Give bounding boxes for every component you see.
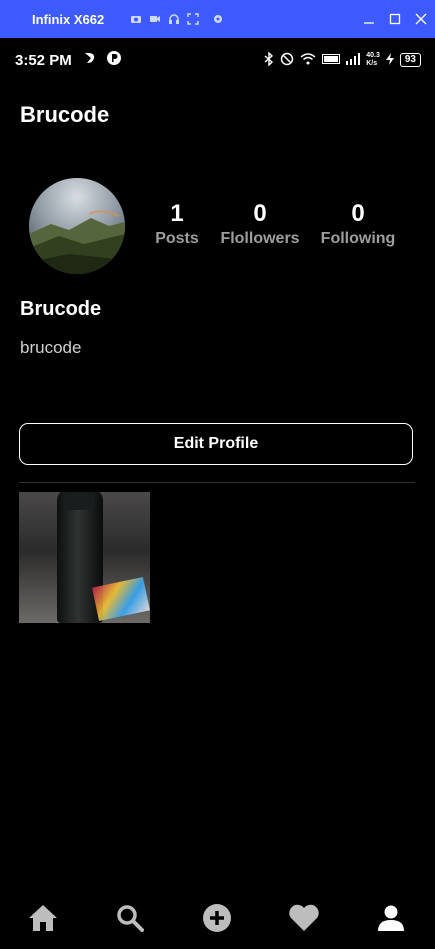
settings-gear-icon[interactable] [212, 13, 224, 25]
emulator-toolbar [130, 13, 224, 25]
bluetooth-icon [264, 51, 274, 68]
stat-posts[interactable]: 1 Posts [152, 200, 202, 248]
post-thumbnail[interactable] [19, 492, 150, 623]
notification-circle-icon [106, 50, 122, 71]
add-icon [203, 904, 231, 932]
bottom-navigation [0, 890, 435, 946]
nav-profile[interactable] [375, 890, 407, 946]
wifi-calling-icon [322, 54, 341, 66]
avatar[interactable] [29, 178, 125, 274]
video-icon[interactable] [149, 13, 161, 25]
stat-followers[interactable]: 0 Flollowers [216, 200, 304, 248]
stat-following-value: 0 [351, 200, 365, 227]
wifi-icon [300, 53, 316, 67]
status-icons: 40.3 K/s 93 [264, 38, 421, 82]
nav-activity[interactable] [288, 890, 320, 946]
nav-add[interactable] [201, 890, 233, 946]
profile-icon [378, 905, 404, 931]
signal-icon [346, 53, 361, 67]
heart-icon [289, 904, 319, 931]
divider [19, 482, 415, 483]
stat-followers-value: 0 [253, 200, 267, 227]
profile-display-name: Brucode [20, 298, 102, 320]
stat-posts-label: Posts [155, 230, 199, 247]
edit-profile-button[interactable]: Edit Profile [19, 423, 413, 465]
camera-icon[interactable] [130, 13, 142, 25]
window-controls [363, 0, 427, 38]
maximize-icon[interactable] [389, 13, 401, 25]
headphones-icon[interactable] [168, 13, 180, 25]
battery-indicator: 93 [399, 53, 421, 67]
page-title: Brucode [20, 102, 110, 127]
do-not-disturb-icon [280, 52, 294, 68]
status-time: 3:52 PM [15, 51, 72, 69]
stat-following[interactable]: 0 Following [316, 200, 400, 248]
profile-username: brucode [20, 338, 82, 357]
status-bar: 3:52 PM 40.3 K/s 93 [0, 38, 435, 82]
notification-app-icon [82, 50, 98, 71]
nav-search[interactable] [114, 890, 146, 946]
nav-home[interactable] [27, 890, 59, 946]
stat-posts-value: 1 [170, 200, 184, 227]
stat-followers-label: Flollowers [220, 230, 300, 247]
emulator-titlebar: Infinix X662 [0, 0, 435, 38]
window-title: Infinix X662 [32, 11, 105, 27]
stat-following-label: Following [320, 230, 396, 247]
search-icon [117, 905, 144, 932]
minimize-icon[interactable] [363, 13, 375, 25]
avatar-landscape-image [29, 178, 125, 274]
fullscreen-icon[interactable] [187, 13, 199, 25]
home-icon [29, 905, 57, 931]
charging-icon [385, 53, 394, 67]
close-icon[interactable] [415, 13, 427, 25]
network-speed: 40.3 K/s [366, 52, 380, 67]
